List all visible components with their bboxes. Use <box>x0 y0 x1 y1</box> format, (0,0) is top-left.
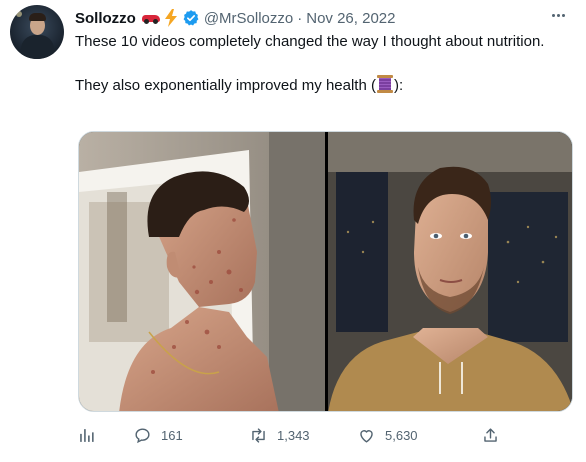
avatar-body <box>21 35 54 59</box>
header-separator: · <box>297 9 303 27</box>
verified-badge-icon[interactable] <box>182 9 200 27</box>
reply-button[interactable]: 161 <box>133 420 183 450</box>
tweet-media[interactable] <box>78 131 573 412</box>
thread-spool-icon <box>376 75 393 93</box>
red-car-emoji-icon <box>141 13 160 24</box>
reply-count: 161 <box>161 427 183 443</box>
more-options-icon[interactable] <box>546 4 570 26</box>
analytics-button[interactable] <box>77 420 96 450</box>
heart-icon <box>360 429 373 443</box>
like-button[interactable]: 5,630 <box>357 420 418 450</box>
tweet-text-line-2: They also exponentially improved my heal… <box>75 75 570 97</box>
retweet-icon <box>252 427 265 443</box>
reply-icon <box>135 427 150 443</box>
author-handle[interactable]: @MrSollozzo <box>204 10 293 27</box>
tweet-text-line-2-prefix: They also exponentially improved my heal… <box>75 77 376 94</box>
tweet-text: These 10 videos completely changed the w… <box>75 31 570 97</box>
share-icon <box>484 427 497 442</box>
avatar[interactable] <box>10 5 64 59</box>
author-name[interactable]: Sollozzo <box>75 10 136 27</box>
lightning-bolt-icon <box>164 9 177 27</box>
tweet-text-line-1: These 10 videos completely changed the w… <box>75 33 545 50</box>
share-button[interactable] <box>481 420 500 450</box>
retweet-button[interactable]: 1,343 <box>249 420 310 450</box>
after-photo[interactable] <box>328 132 572 411</box>
tweet-header: Sollozzo @MrSollozzo · Nov 26, 2022 <box>75 7 536 29</box>
before-photo[interactable] <box>79 132 325 411</box>
avatar-light <box>16 11 22 17</box>
retweet-count: 1,343 <box>277 427 310 443</box>
avatar-hair <box>29 13 46 21</box>
bar-chart-icon <box>80 428 94 442</box>
tweet-date[interactable]: Nov 26, 2022 <box>306 10 395 27</box>
tweet-action-bar: 161 1,343 5,630 <box>75 420 570 450</box>
like-count: 5,630 <box>385 427 418 443</box>
tweet-text-line-2-suffix: ): <box>393 77 404 94</box>
